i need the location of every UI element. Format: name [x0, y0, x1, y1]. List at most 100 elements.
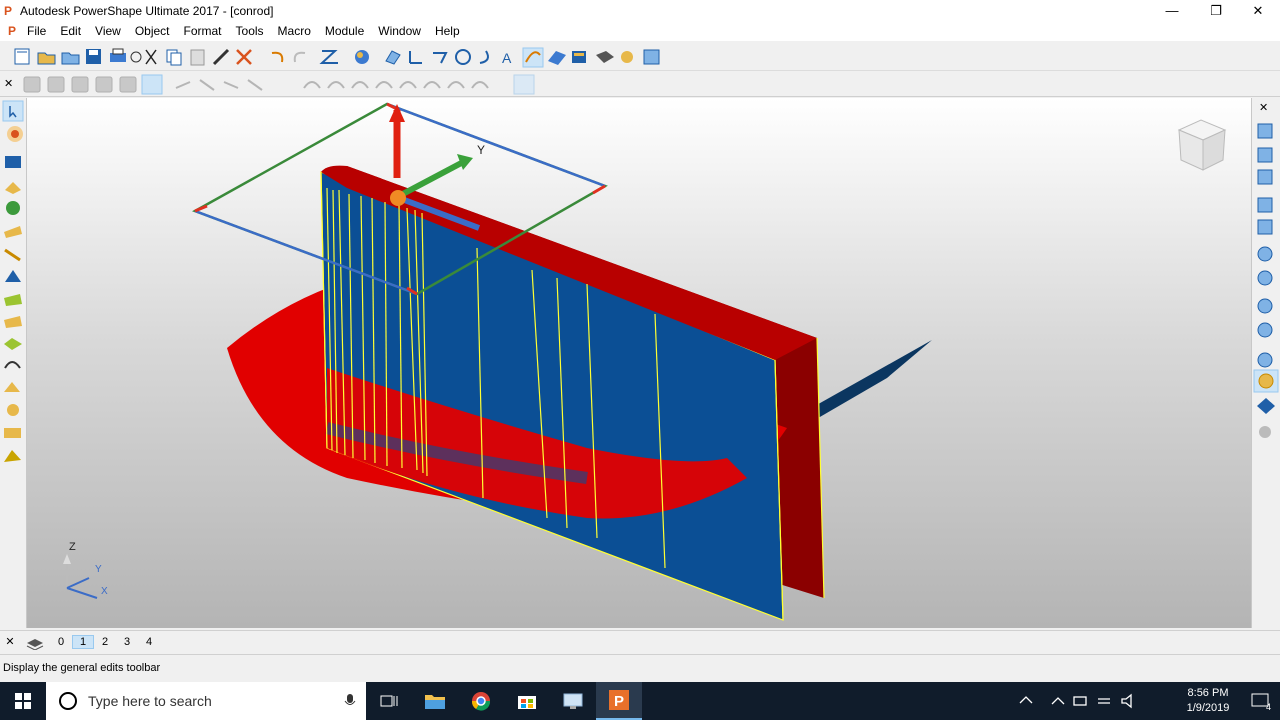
edit-pencil-icon[interactable] [212, 48, 230, 66]
toolbar-tool-icon[interactable] [4, 248, 21, 262]
toolbar-tool-icon[interactable] [4, 361, 21, 369]
view-side-icon[interactable] [1257, 169, 1273, 185]
microphone-icon[interactable] [344, 693, 356, 709]
edit-tool-icon[interactable] [327, 81, 345, 89]
toolbar-tool-icon[interactable] [5, 156, 21, 168]
menu-module[interactable]: Module [318, 24, 371, 38]
edit-tool-icon[interactable] [223, 81, 239, 89]
redo-icon[interactable] [293, 51, 306, 63]
close-button[interactable]: ✕ [1236, 0, 1280, 21]
undo-icon[interactable] [271, 51, 284, 63]
volume-icon[interactable] [1121, 693, 1132, 709]
cut-icon[interactable] [145, 49, 157, 65]
new-icon[interactable] [14, 48, 30, 65]
menu-macro[interactable]: Macro [271, 24, 318, 38]
edit-tool-icon[interactable] [423, 81, 441, 89]
open-from-icon[interactable] [61, 52, 80, 65]
view-rotate-icon[interactable] [1257, 246, 1273, 262]
model-canvas[interactable]: Y Z Y X [27, 98, 1251, 628]
level-bar-close-button[interactable]: ✕ [0, 635, 20, 648]
edit-tool-icon[interactable] [47, 76, 65, 93]
powershape-taskbar-button[interactable]: P [596, 682, 642, 720]
curve-icon[interactable] [522, 47, 544, 68]
start-button[interactable] [0, 682, 46, 720]
level-0[interactable]: 0 [50, 636, 72, 648]
transform-icon[interactable] [409, 51, 422, 64]
edit-tool-icon[interactable] [71, 76, 89, 93]
view-pan-icon[interactable] [1257, 298, 1273, 314]
menu-tools[interactable]: Tools [229, 24, 271, 38]
edit-tool-icon[interactable] [513, 74, 535, 95]
toolbar-tool-icon[interactable] [4, 428, 21, 438]
print-icon[interactable] [110, 48, 126, 62]
text-icon[interactable]: A [502, 50, 512, 66]
menu-window[interactable]: Window [371, 24, 428, 38]
mesh-icon[interactable] [596, 51, 614, 63]
toolbar-tool-icon[interactable] [6, 201, 20, 215]
wizard-icon[interactable] [621, 51, 633, 63]
task-view-button[interactable] [366, 682, 412, 720]
edit-tool-icon[interactable] [95, 76, 113, 93]
level-4[interactable]: 4 [138, 636, 160, 648]
restore-button[interactable]: ❐ [1194, 0, 1238, 21]
render-icon[interactable] [355, 50, 369, 64]
wireframe-icon[interactable] [1257, 352, 1273, 368]
menu-edit[interactable]: Edit [53, 24, 88, 38]
battery-icon[interactable] [1073, 696, 1087, 706]
edit-tool-icon[interactable] [303, 81, 321, 89]
menu-object[interactable]: Object [128, 24, 177, 38]
people-icon[interactable] [1019, 696, 1033, 704]
toolbar-tool-icon[interactable] [4, 316, 22, 328]
network-icon[interactable] [1098, 698, 1110, 704]
paste-icon[interactable] [190, 49, 205, 66]
edit-tool-icon[interactable] [119, 76, 137, 93]
view-fit-icon[interactable] [1257, 219, 1273, 235]
remote-desktop-button[interactable] [550, 682, 596, 720]
toolbar-tool-icon[interactable] [4, 294, 22, 306]
settings-icon[interactable] [643, 49, 660, 65]
edit-tool-icon[interactable] [23, 76, 41, 93]
minimize-button[interactable]: — [1150, 0, 1194, 21]
menu-file[interactable]: File [20, 24, 53, 38]
surface-icon[interactable] [548, 51, 566, 65]
store-button[interactable] [504, 682, 550, 720]
clock[interactable]: 8:56 PM 1/9/2019 [1176, 686, 1240, 716]
search-box[interactable]: Type here to search [46, 682, 366, 720]
level-2[interactable]: 2 [94, 636, 116, 648]
show-hidden-icons-chevron-up-icon[interactable] [1051, 697, 1065, 705]
shaded-edges-icon[interactable] [1257, 398, 1275, 414]
save-icon[interactable] [86, 49, 101, 64]
edit-tool-icon[interactable] [199, 79, 215, 91]
measure-icon[interactable] [433, 52, 448, 64]
edit-tool-icon[interactable] [375, 81, 393, 89]
edit-tool-icon[interactable] [175, 81, 191, 89]
chrome-button[interactable] [458, 682, 504, 720]
document-icon[interactable]: P [8, 24, 20, 38]
menu-view[interactable]: View [88, 24, 128, 38]
toolbar-tool-icon[interactable] [5, 182, 21, 194]
toolbar-tool-icon[interactable] [5, 270, 21, 282]
toolbar-tool-icon[interactable] [4, 450, 21, 462]
edit-tool-icon[interactable] [399, 81, 417, 89]
file-explorer-button[interactable] [412, 682, 458, 720]
view-cube-icon[interactable] [1177, 119, 1227, 171]
menu-help[interactable]: Help [428, 24, 467, 38]
edit-tool-icon[interactable] [247, 79, 263, 91]
general-edits-icon[interactable] [141, 74, 163, 95]
layers-icon[interactable] [24, 634, 46, 650]
action-center-button[interactable]: 4 [1240, 682, 1280, 720]
delete-icon[interactable] [236, 49, 252, 65]
level-3[interactable]: 3 [116, 636, 138, 648]
copy-icon[interactable] [166, 49, 182, 66]
workplane-icon[interactable] [385, 50, 401, 65]
general-edits-icon[interactable] [11, 130, 19, 138]
toolbar-close-button[interactable]: ✕ [4, 77, 13, 90]
arc-icon[interactable] [479, 50, 489, 64]
edit-tool-icon[interactable] [471, 81, 489, 89]
toolbar-tool-icon[interactable] [4, 382, 20, 392]
open-icon[interactable] [37, 52, 56, 65]
view-top-icon[interactable] [1257, 123, 1273, 139]
circle-icon[interactable] [455, 49, 471, 65]
select-mode-icon[interactable] [2, 100, 24, 122]
texture-icon[interactable] [1259, 426, 1271, 438]
